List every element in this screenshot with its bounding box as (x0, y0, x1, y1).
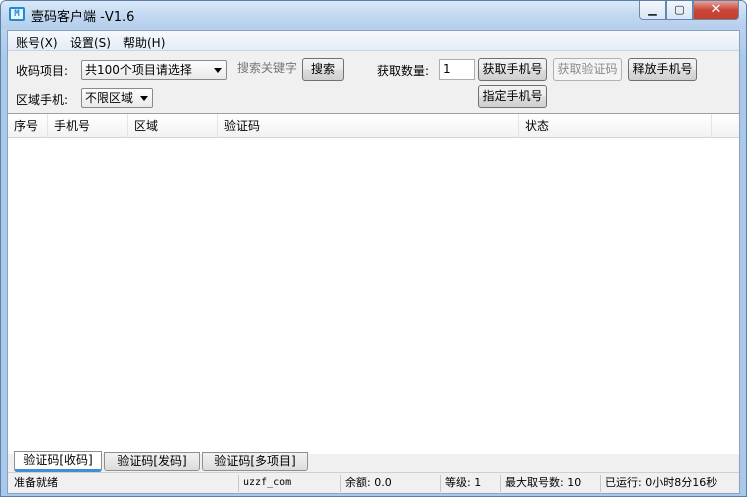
search-button[interactable]: 搜索 (302, 58, 344, 81)
assign-phone-button[interactable]: 指定手机号 (478, 85, 547, 108)
region-select[interactable]: 不限区域 (81, 88, 153, 108)
menu-bar: 账号(X) 设置(S) 帮助(H) (8, 31, 739, 51)
release-phone-button[interactable]: 释放手机号 (628, 58, 697, 81)
status-runtime: 已运行: 0小时8分16秒 (600, 475, 739, 492)
region-select-value: 不限区域 (85, 91, 134, 105)
close-button[interactable]: ✕ (693, 1, 739, 20)
project-label: 收码项目: (16, 64, 69, 78)
title-bar[interactable]: M 壹码客户端 -V1.6 ▁ ▢ ✕ (1, 1, 746, 29)
column-header-code[interactable]: 验证码 (218, 114, 519, 138)
project-select[interactable]: 共100个项目请选择 (81, 60, 227, 80)
tab-strip: 验证码[收码] 验证码[发码] 验证码[多项目] (8, 451, 739, 472)
chevron-down-icon (140, 96, 148, 101)
status-ready: 准备就绪 (14, 476, 58, 489)
status-level: 等级: 1 (440, 475, 500, 492)
search-input[interactable]: 搜索关键字 (234, 59, 300, 80)
get-code-button[interactable]: 获取验证码 (553, 58, 622, 81)
chevron-down-icon (214, 68, 222, 73)
status-max-numbers: 最大取号数: 10 (500, 475, 600, 492)
region-label: 区域手机: (16, 93, 69, 107)
table-header: 序号 手机号 区域 验证码 状态 (8, 114, 739, 138)
count-input[interactable]: 1 (439, 59, 475, 80)
status-site: uzzf_com (238, 475, 340, 492)
maximize-button[interactable]: ▢ (666, 1, 693, 20)
project-select-value: 共100个项目请选择 (85, 63, 192, 77)
app-icon: M (9, 7, 25, 21)
count-label: 获取数量: (377, 64, 430, 78)
app-window: M 壹码客户端 -V1.6 ▁ ▢ ✕ 账号(X) 设置(S) 帮助(H) 收码… (0, 0, 747, 497)
column-header-filler (712, 114, 739, 138)
tab-multi-project[interactable]: 验证码[多项目] (202, 452, 308, 471)
results-table[interactable]: 序号 手机号 区域 验证码 状态 (8, 113, 739, 454)
status-balance: 余额: 0.0 (340, 475, 440, 492)
menu-settings[interactable]: 设置(S) (70, 34, 111, 51)
column-header-index[interactable]: 序号 (8, 114, 48, 138)
get-phone-button[interactable]: 获取手机号 (478, 58, 547, 81)
client-area: 账号(X) 设置(S) 帮助(H) 收码项目: 共100个项目请选择 搜索关键字… (7, 30, 740, 494)
tab-receive-code[interactable]: 验证码[收码] (14, 451, 102, 472)
menu-help[interactable]: 帮助(H) (123, 34, 165, 51)
column-header-status[interactable]: 状态 (519, 114, 712, 138)
status-bar: 准备就绪 uzzf_com 余额: 0.0 等级: 1 最大取号数: 10 已运… (8, 472, 739, 493)
tab-send-code[interactable]: 验证码[发码] (104, 452, 200, 471)
menu-account[interactable]: 账号(X) (16, 34, 58, 51)
column-header-phone[interactable]: 手机号 (48, 114, 128, 138)
minimize-button[interactable]: ▁ (639, 1, 666, 20)
column-header-region[interactable]: 区域 (128, 114, 218, 138)
window-title: 壹码客户端 -V1.6 (31, 10, 135, 25)
